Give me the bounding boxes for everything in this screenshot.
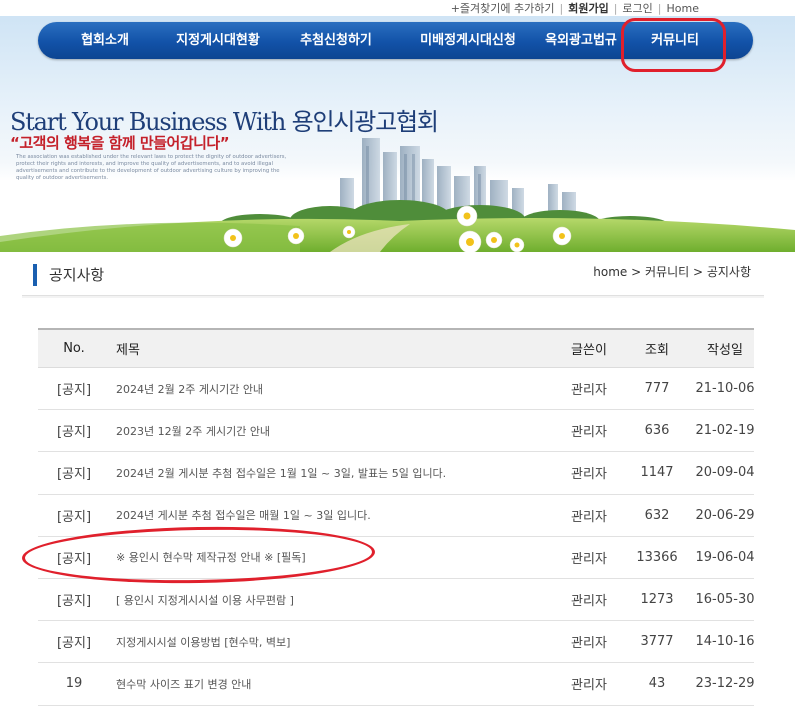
header-banner: 협회소개 지정게시대현황 추첨신청하기 미배정게시대신청 옥외광고법규 커뮤니티… — [0, 16, 795, 252]
table-row[interactable]: [공지] 2024년 2월 게시분 추첨 접수일은 1월 1일 ~ 3일, 발표는… — [38, 452, 755, 495]
row-writer: 관리자 — [571, 425, 607, 441]
row-number: [공지] — [56, 509, 92, 525]
row-views: 43 — [648, 676, 666, 692]
row-views: 3777 — [640, 634, 674, 650]
row-date: 20-06-29 — [695, 507, 755, 523]
row-date: 16-05-30 — [695, 592, 755, 608]
row-date: 14-10-16 — [695, 634, 755, 650]
banner-description: The association was established under th… — [16, 154, 287, 181]
row-date: 21-10-06 — [695, 381, 755, 397]
row-views: 13366 — [636, 549, 678, 565]
table-header: No. 제목 글쓴이 조회 작성일 — [38, 328, 754, 368]
row-title-link[interactable]: 2023년 12월 2주 게시기간 안내 — [116, 410, 556, 451]
row-number: 19 — [65, 676, 83, 692]
row-number: [공지] — [56, 425, 92, 441]
row-writer: 관리자 — [571, 594, 607, 610]
header-no: No. — [63, 341, 85, 356]
main-nav: 협회소개 지정게시대현황 추첨신청하기 미배정게시대신청 옥외광고법규 커뮤니티 — [38, 18, 753, 72]
row-writer: 관리자 — [571, 636, 607, 652]
page-title: 공지사항 — [33, 264, 104, 286]
row-title-link[interactable]: 지정게시시설 이용방법 [현수막, 벽보] — [116, 621, 556, 662]
home-link[interactable]: Home — [667, 2, 699, 15]
row-number: [공지] — [56, 594, 92, 610]
row-writer: 관리자 — [571, 467, 607, 483]
row-title-link[interactable]: [ 용인시 지정게시시설 이용 사무편람 ] — [116, 579, 556, 620]
notice-table: No. 제목 글쓴이 조회 작성일 [공지] 2024년 2월 2주 게시기간 안… — [38, 328, 755, 706]
row-views: 1147 — [640, 465, 674, 481]
nav-item-billboard-status[interactable]: 지정게시대현황 — [158, 22, 278, 59]
header-writer: 글쓴이 — [571, 343, 607, 358]
nav-item-unassigned-apply[interactable]: 미배정게시대신청 — [400, 22, 536, 59]
row-views: 777 — [644, 381, 670, 397]
table-row[interactable]: 19 현수막 사이즈 표기 변경 안내 관리자 43 23-12-29 — [38, 663, 755, 706]
nav-item-about[interactable]: 협회소개 — [60, 22, 150, 59]
nav-item-lottery-apply[interactable]: 추첨신청하기 — [284, 22, 388, 59]
row-views: 636 — [644, 423, 670, 439]
row-number: [공지] — [56, 383, 92, 399]
breadcrumb: home > 커뮤니티 > 공지사항 — [593, 265, 751, 279]
top-utility-links: +즐겨찾기에 추가하기 | 회원가입 | 로그인 | Home — [0, 0, 795, 16]
row-writer: 관리자 — [571, 551, 607, 567]
header-views: 조회 — [645, 343, 669, 358]
row-writer: 관리자 — [571, 678, 607, 694]
row-writer: 관리자 — [571, 383, 607, 399]
row-date: 23-12-29 — [695, 676, 755, 692]
signup-link[interactable]: 회원가입 — [568, 2, 608, 15]
table-row[interactable]: [공지] 지정게시시설 이용방법 [현수막, 벽보] 관리자 3777 14-10-16 — [38, 621, 755, 664]
nav-item-outdoor-ad-law[interactable]: 옥외광고법규 — [530, 22, 632, 59]
row-title-link[interactable]: 2024년 2월 게시분 추첨 접수일은 1월 1일 ~ 3일, 발표는 5일 … — [116, 452, 556, 493]
row-date: 19-06-04 — [695, 549, 755, 565]
row-date: 20-09-04 — [695, 465, 755, 481]
header-date: 작성일 — [707, 343, 743, 358]
row-writer: 관리자 — [571, 509, 607, 525]
row-title-link[interactable]: 현수막 사이즈 표기 변경 안내 — [116, 663, 556, 704]
row-date: 21-02-19 — [695, 423, 755, 439]
bookmark-link[interactable]: +즐겨찾기에 추가하기 — [451, 2, 555, 15]
banner-subtitle: “고객의 행복을 함께 만들어갑니다” — [10, 134, 230, 152]
row-views: 632 — [644, 507, 670, 523]
community-highlight-outline — [621, 18, 726, 72]
table-row[interactable]: [공지] 2023년 12월 2주 게시기간 안내 관리자 636 21-02-19 — [38, 410, 755, 453]
row-number: [공지] — [56, 636, 92, 652]
row-views: 1273 — [640, 592, 674, 608]
table-row[interactable]: [공지] [ 용인시 지정게시시설 이용 사무편람 ] 관리자 1273 16-05-3… — [38, 579, 755, 622]
table-row[interactable]: [공지] 2024년 2월 2주 게시기간 안내 관리자 777 21-10-06 — [38, 368, 755, 411]
row-title-link[interactable]: 2024년 2월 2주 게시기간 안내 — [116, 368, 556, 409]
login-link[interactable]: 로그인 — [622, 2, 652, 15]
header-title: 제목 — [116, 343, 140, 358]
row-number: [공지] — [56, 467, 92, 483]
